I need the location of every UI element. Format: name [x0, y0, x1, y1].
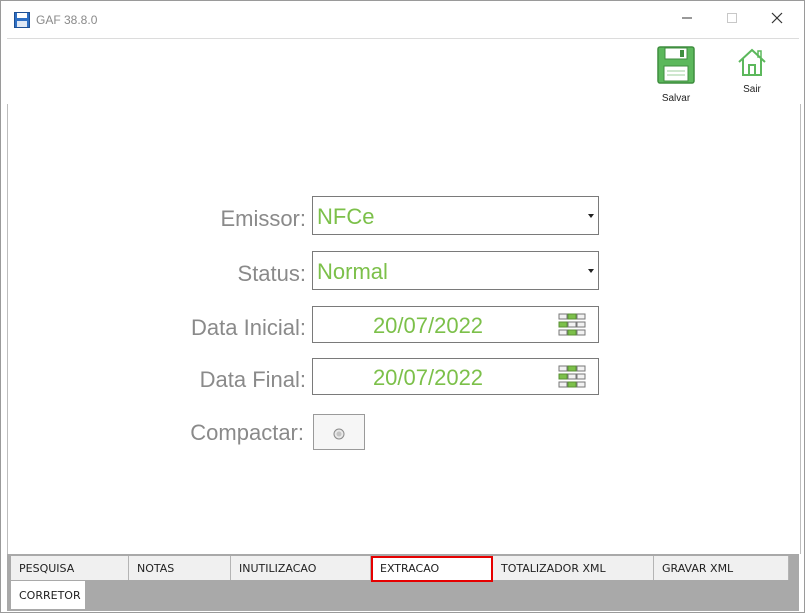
window-title: GAF 38.8.0	[36, 13, 98, 27]
extraction-form: Emissor: NFCe Status: Normal Data Inicia…	[7, 104, 801, 554]
compactar-label: Compactar:	[190, 420, 304, 445]
compactar-checkbox[interactable]	[313, 414, 365, 450]
emissor-select[interactable]: NFCe	[312, 196, 599, 235]
minimize-icon	[681, 11, 693, 29]
chevron-down-icon	[588, 214, 594, 218]
app-window: GAF 38.8.0 Salvar Sair Emissor: NFCe Sta…	[0, 0, 805, 613]
tab-corretor[interactable]: CORRETOR	[11, 581, 85, 609]
data-final-value: 20/07/2022	[372, 365, 484, 390]
tab-inutilizacao[interactable]: INUTILIZACAO	[231, 556, 371, 580]
data-inicial-value: 20/07/2022	[372, 313, 484, 338]
data-inicial-picker[interactable]: 20/07/2022	[312, 306, 599, 343]
save-label: Salvar	[661, 93, 691, 104]
exit-button[interactable]: Sair	[727, 39, 777, 103]
close-button[interactable]	[762, 7, 792, 33]
status-label: Status:	[237, 261, 306, 286]
tab-bar: PESQUISA NOTAS INUTILIZACAO EXTRACAO TOT…	[7, 554, 799, 611]
maximize-icon	[726, 11, 738, 29]
tab-pesquisa[interactable]: PESQUISA	[11, 556, 129, 580]
toolbar: Salvar Sair	[7, 38, 799, 105]
title-bar: GAF 38.8.0	[1, 1, 804, 38]
status-value: Normal	[317, 259, 388, 284]
maximize-button[interactable]	[717, 7, 747, 33]
tab-extracao[interactable]: EXTRACAO	[371, 556, 493, 582]
data-final-label: Data Final:	[199, 367, 306, 392]
emissor-value: NFCe	[317, 204, 375, 229]
floppy-disk-icon	[14, 12, 30, 28]
save-icon	[657, 46, 695, 89]
close-icon	[771, 11, 783, 29]
minimize-button[interactable]	[672, 7, 702, 33]
calendar-icon[interactable]	[558, 313, 586, 342]
home-icon	[736, 47, 768, 82]
tab-gravar-xml[interactable]: GRAVAR XML	[654, 556, 789, 580]
status-select[interactable]: Normal	[312, 251, 599, 290]
save-button[interactable]: Salvar	[651, 39, 701, 104]
radio-indicator-icon	[333, 427, 345, 445]
tab-notas[interactable]: NOTAS	[129, 556, 231, 580]
exit-label: Sair	[743, 84, 761, 95]
tab-totalizador-xml[interactable]: TOTALIZADOR XML	[493, 556, 654, 580]
data-final-picker[interactable]: 20/07/2022	[312, 358, 599, 395]
data-inicial-label: Data Inicial:	[191, 315, 306, 340]
calendar-icon[interactable]	[558, 365, 586, 394]
chevron-down-icon	[588, 269, 594, 273]
emissor-label: Emissor:	[220, 206, 306, 231]
